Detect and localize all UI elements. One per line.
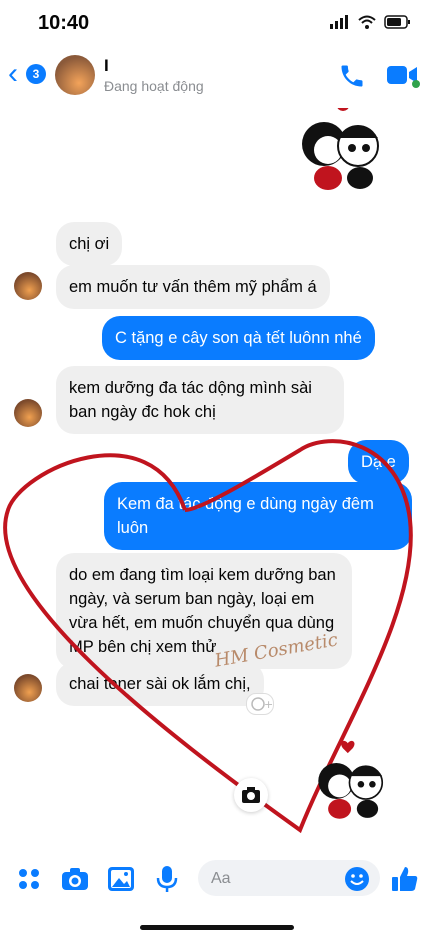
message-bubble-out[interactable]: Kem đa tác động e dùng ngày đêm luôn bbox=[104, 482, 412, 550]
unread-badge[interactable]: 3 bbox=[26, 64, 46, 84]
couple-sticker-top bbox=[302, 108, 379, 190]
thumbs-up-icon[interactable] bbox=[390, 864, 420, 894]
status-time: 10:40 bbox=[38, 12, 90, 34]
video-call-icon[interactable] bbox=[386, 62, 420, 88]
sender-avatar[interactable] bbox=[14, 399, 42, 427]
message-input-placeholder: Aa bbox=[211, 870, 231, 887]
home-indicator bbox=[140, 925, 294, 930]
wifi-icon bbox=[358, 15, 376, 29]
microphone-icon[interactable] bbox=[152, 864, 182, 894]
contact-avatar[interactable] bbox=[55, 55, 95, 95]
smiley-icon: + bbox=[251, 697, 273, 711]
battery-icon bbox=[384, 15, 410, 29]
camera-shortcut-button[interactable] bbox=[234, 778, 268, 812]
contact-status: Đang hoạt động bbox=[104, 78, 204, 94]
camera-icon[interactable] bbox=[60, 864, 90, 894]
emoji-icon[interactable] bbox=[342, 864, 372, 894]
signal-icon bbox=[330, 15, 348, 29]
message-bubble-out[interactable]: C tặng e cây son qà tết luônn nhé bbox=[102, 316, 375, 360]
camera-icon bbox=[242, 787, 260, 803]
sender-avatar[interactable] bbox=[14, 272, 42, 300]
message-bubble-in[interactable]: em muốn tư vấn thêm mỹ phẩm á bbox=[56, 265, 330, 309]
apps-grid-icon[interactable] bbox=[14, 864, 44, 894]
couple-sticker-bottom bbox=[318, 740, 384, 819]
message-bubble-out[interactable]: Dạ e bbox=[348, 440, 409, 484]
svg-text:+: + bbox=[264, 698, 273, 711]
sender-avatar[interactable] bbox=[14, 674, 42, 702]
message-bubble-in[interactable]: kem dưỡng đa tác dộng mình sài ban ngày … bbox=[56, 366, 344, 434]
contact-name[interactable]: I bbox=[104, 56, 109, 76]
status-icons bbox=[330, 15, 412, 29]
add-reaction-button[interactable]: + bbox=[246, 693, 274, 715]
gallery-icon[interactable] bbox=[106, 864, 136, 894]
message-bubble-in[interactable]: chị ơi bbox=[56, 222, 123, 266]
phone-icon[interactable] bbox=[338, 62, 366, 90]
back-chevron-icon[interactable]: ‹ bbox=[8, 59, 18, 89]
